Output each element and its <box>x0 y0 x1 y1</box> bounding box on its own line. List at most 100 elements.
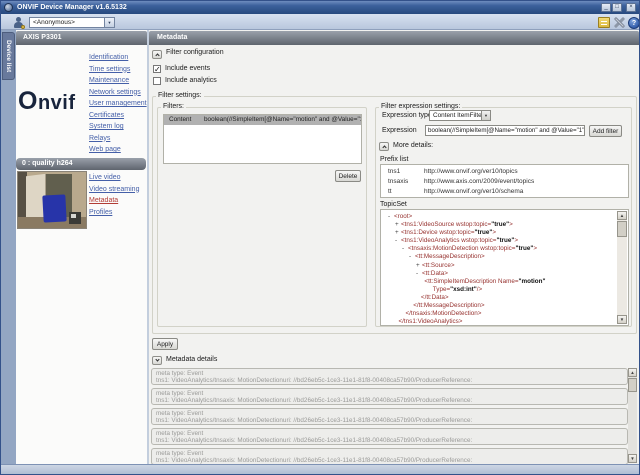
xml-tag: <tt:Source> <box>422 262 455 269</box>
scroll-up-icon[interactable]: ▲ <box>628 368 637 377</box>
xml-tag: > <box>514 237 518 244</box>
topicset-line: -<tns1:VideoAnalytics wstop:topic="true"… <box>385 237 616 245</box>
prefix-uri: http://www.axis.com/2009/event/topics <box>424 177 534 187</box>
metadata-entry: meta type: Eventtns1: VideoAnalytics/tns… <box>151 448 628 464</box>
xml-tag: </tns1:VideoAnalytics> <box>399 318 463 325</box>
xml-tag: <tt:MessageDescription> <box>415 253 485 260</box>
onvif-logo: Onvif <box>18 87 76 116</box>
metadata-entry: meta type: Eventtns1: VideoAnalytics/tns… <box>151 428 628 445</box>
stream-link[interactable]: Metadata <box>89 195 147 207</box>
metadata-entry: meta type: Eventtns1: VideoAnalytics/tns… <box>151 368 628 385</box>
chevron-down-icon[interactable]: ▼ <box>104 18 114 27</box>
stream-links: Live videoVideo streamingMetadataProfile… <box>89 172 147 218</box>
prefix-uri: http://www.onvif.org/ver10/schema <box>424 187 523 197</box>
device-name-header: AXIS P3301 <box>16 31 147 45</box>
prefix-uri: http://www.onvif.org/ver10/topics <box>424 167 518 177</box>
xml-tag: <tns1:Device wstop:topic= <box>401 229 475 236</box>
minimize-button[interactable]: _ <box>601 3 611 12</box>
include-analytics-checkbox[interactable] <box>153 77 161 85</box>
metadata-entry-type: meta type: Event <box>156 370 203 377</box>
tools-icon[interactable] <box>613 16 626 29</box>
prefix-row: tns1 http://www.onvif.org/ver10/topics <box>381 167 628 177</box>
metadata-entry-type: meta type: Event <box>156 450 203 457</box>
metadata-entry-type: meta type: Event <box>156 410 203 417</box>
sidebar-link[interactable]: Network settings <box>89 87 147 99</box>
filter-row[interactable]: Contentboolean(//SimpleItem[@Name="motio… <box>164 115 361 125</box>
panel-splitter[interactable] <box>147 30 149 464</box>
scroll-down-icon[interactable]: ▼ <box>617 315 627 324</box>
prefix-name: tnsaxis <box>388 177 408 187</box>
metadata-details-expander[interactable] <box>152 356 162 365</box>
sidebar-link[interactable]: User management <box>89 98 147 110</box>
sidebar-link[interactable]: Relays <box>89 133 147 145</box>
thumb-device <box>69 212 81 224</box>
xml-val: "true" <box>475 229 493 236</box>
sidebar-link[interactable]: Identification <box>89 52 147 64</box>
more-details-expander[interactable] <box>379 142 389 151</box>
help-icon[interactable]: ? <box>628 17 640 29</box>
topicset-line: </tnsaxis:MotionDetection> <box>385 310 616 318</box>
title-bar[interactable]: ONVIF Device Manager v1.6.5132 _ □ × <box>1 1 640 14</box>
scroll-down-icon[interactable]: ▼ <box>628 454 637 463</box>
maximize-button[interactable]: □ <box>612 3 622 12</box>
metadata-entry-detail: tns1: VideoAnalytics/tnsaxis: MotionDete… <box>156 417 472 424</box>
metadata-scrollbar[interactable]: ▲ ▼ <box>628 368 637 463</box>
xml-val: "true" <box>515 245 533 252</box>
topicset-content: -<root>+<tns1:VideoSource wstop:topic="t… <box>385 213 616 326</box>
stream-link[interactable]: Live video <box>89 172 147 184</box>
prefix-name: tns1 <box>388 167 400 177</box>
filter-configuration-label: Filter configuration <box>166 49 224 56</box>
xml-tag: </tnsaxis:MotionDetection> <box>406 310 482 317</box>
camera-thumbnail[interactable] <box>17 171 87 229</box>
stream-link[interactable]: Video streaming <box>89 184 147 196</box>
metadata-entry-type: meta type: Event <box>156 430 203 437</box>
scrollbar-thumb[interactable] <box>617 221 627 237</box>
topicset-line: -<root> <box>385 213 616 221</box>
sidebar-link[interactable]: Time settings <box>89 64 147 76</box>
filters-list[interactable]: Contentboolean(//SimpleItem[@Name="motio… <box>163 114 362 164</box>
event-log-icon[interactable] <box>598 17 610 28</box>
apply-button[interactable]: Apply <box>152 338 178 350</box>
device-list-tab[interactable]: Device list <box>2 32 15 80</box>
account-dropdown[interactable]: <Anonymous> ▼ <box>29 17 115 28</box>
prefix-list-box: tns1http://www.onvif.org/ver10/topicstns… <box>380 164 629 198</box>
topicset-box: -<root>+<tns1:VideoSource wstop:topic="t… <box>380 209 629 326</box>
topicset-line: </tt:MessageDescription> <box>385 302 616 310</box>
topicset-line: +<tt:Source> <box>385 262 616 270</box>
xml-tag: </tt:Data> <box>421 294 449 301</box>
xml-tag: > <box>509 221 513 228</box>
chevron-down-icon[interactable]: ▼ <box>481 111 490 120</box>
prefix-list-label: Prefix list <box>380 156 408 163</box>
xml-tag: <tns1:VideoAnalytics wstop:topic= <box>401 237 496 244</box>
metadata-entry-detail: tns1: VideoAnalytics/tnsaxis: MotionDete… <box>156 377 472 384</box>
app-icon <box>4 3 13 12</box>
metadata-details-label: Metadata details <box>166 356 217 363</box>
xml-val: "motion" <box>519 278 546 285</box>
expression-input[interactable]: boolean(//SimpleItem[@Name="motion" and … <box>425 125 585 136</box>
prefix-row: tthttp://www.onvif.org/ver10/schema <box>381 187 628 197</box>
filter-configuration-expander[interactable] <box>152 50 162 59</box>
window-title: ONVIF Device Manager v1.6.5132 <box>17 1 127 14</box>
metadata-entry: meta type: Eventtns1: VideoAnalytics/tns… <box>151 388 628 405</box>
scrollbar-thumb[interactable] <box>628 378 637 392</box>
close-button[interactable]: × <box>626 3 636 12</box>
scroll-up-icon[interactable]: ▲ <box>617 211 627 220</box>
stream-link[interactable]: Profiles <box>89 207 147 219</box>
xml-val: "true" <box>496 237 514 244</box>
xml-tag: </tt:MessageDescription> <box>413 302 484 309</box>
sidebar-link[interactable]: Maintenance <box>89 75 147 87</box>
app-window: ONVIF Device Manager v1.6.5132 _ □ × <An… <box>0 0 640 475</box>
sidebar-link[interactable]: System log <box>89 121 147 133</box>
xml-tag: <tt:Data> <box>422 270 448 277</box>
include-events-checkbox[interactable]: ✓ <box>153 65 161 73</box>
sidebar-link[interactable]: Certificates <box>89 110 147 122</box>
expression-type-select[interactable]: Content ItemFilter ▼ <box>429 110 491 121</box>
add-filter-button[interactable]: Add filter <box>589 125 622 137</box>
xml-val: "xsd:int" <box>450 286 477 293</box>
topicset-line: <tt:SimpleItemDescription Name="motion" <box>385 278 616 286</box>
device-links: IdentificationTime settingsMaintenanceNe… <box>89 52 147 167</box>
delete-button[interactable]: Delete <box>335 170 361 182</box>
expression-type-value: Content ItemFilter <box>433 111 484 120</box>
topicset-scrollbar[interactable]: ▲ ▼ <box>617 211 627 324</box>
sidebar-link[interactable]: Web page <box>89 144 147 156</box>
